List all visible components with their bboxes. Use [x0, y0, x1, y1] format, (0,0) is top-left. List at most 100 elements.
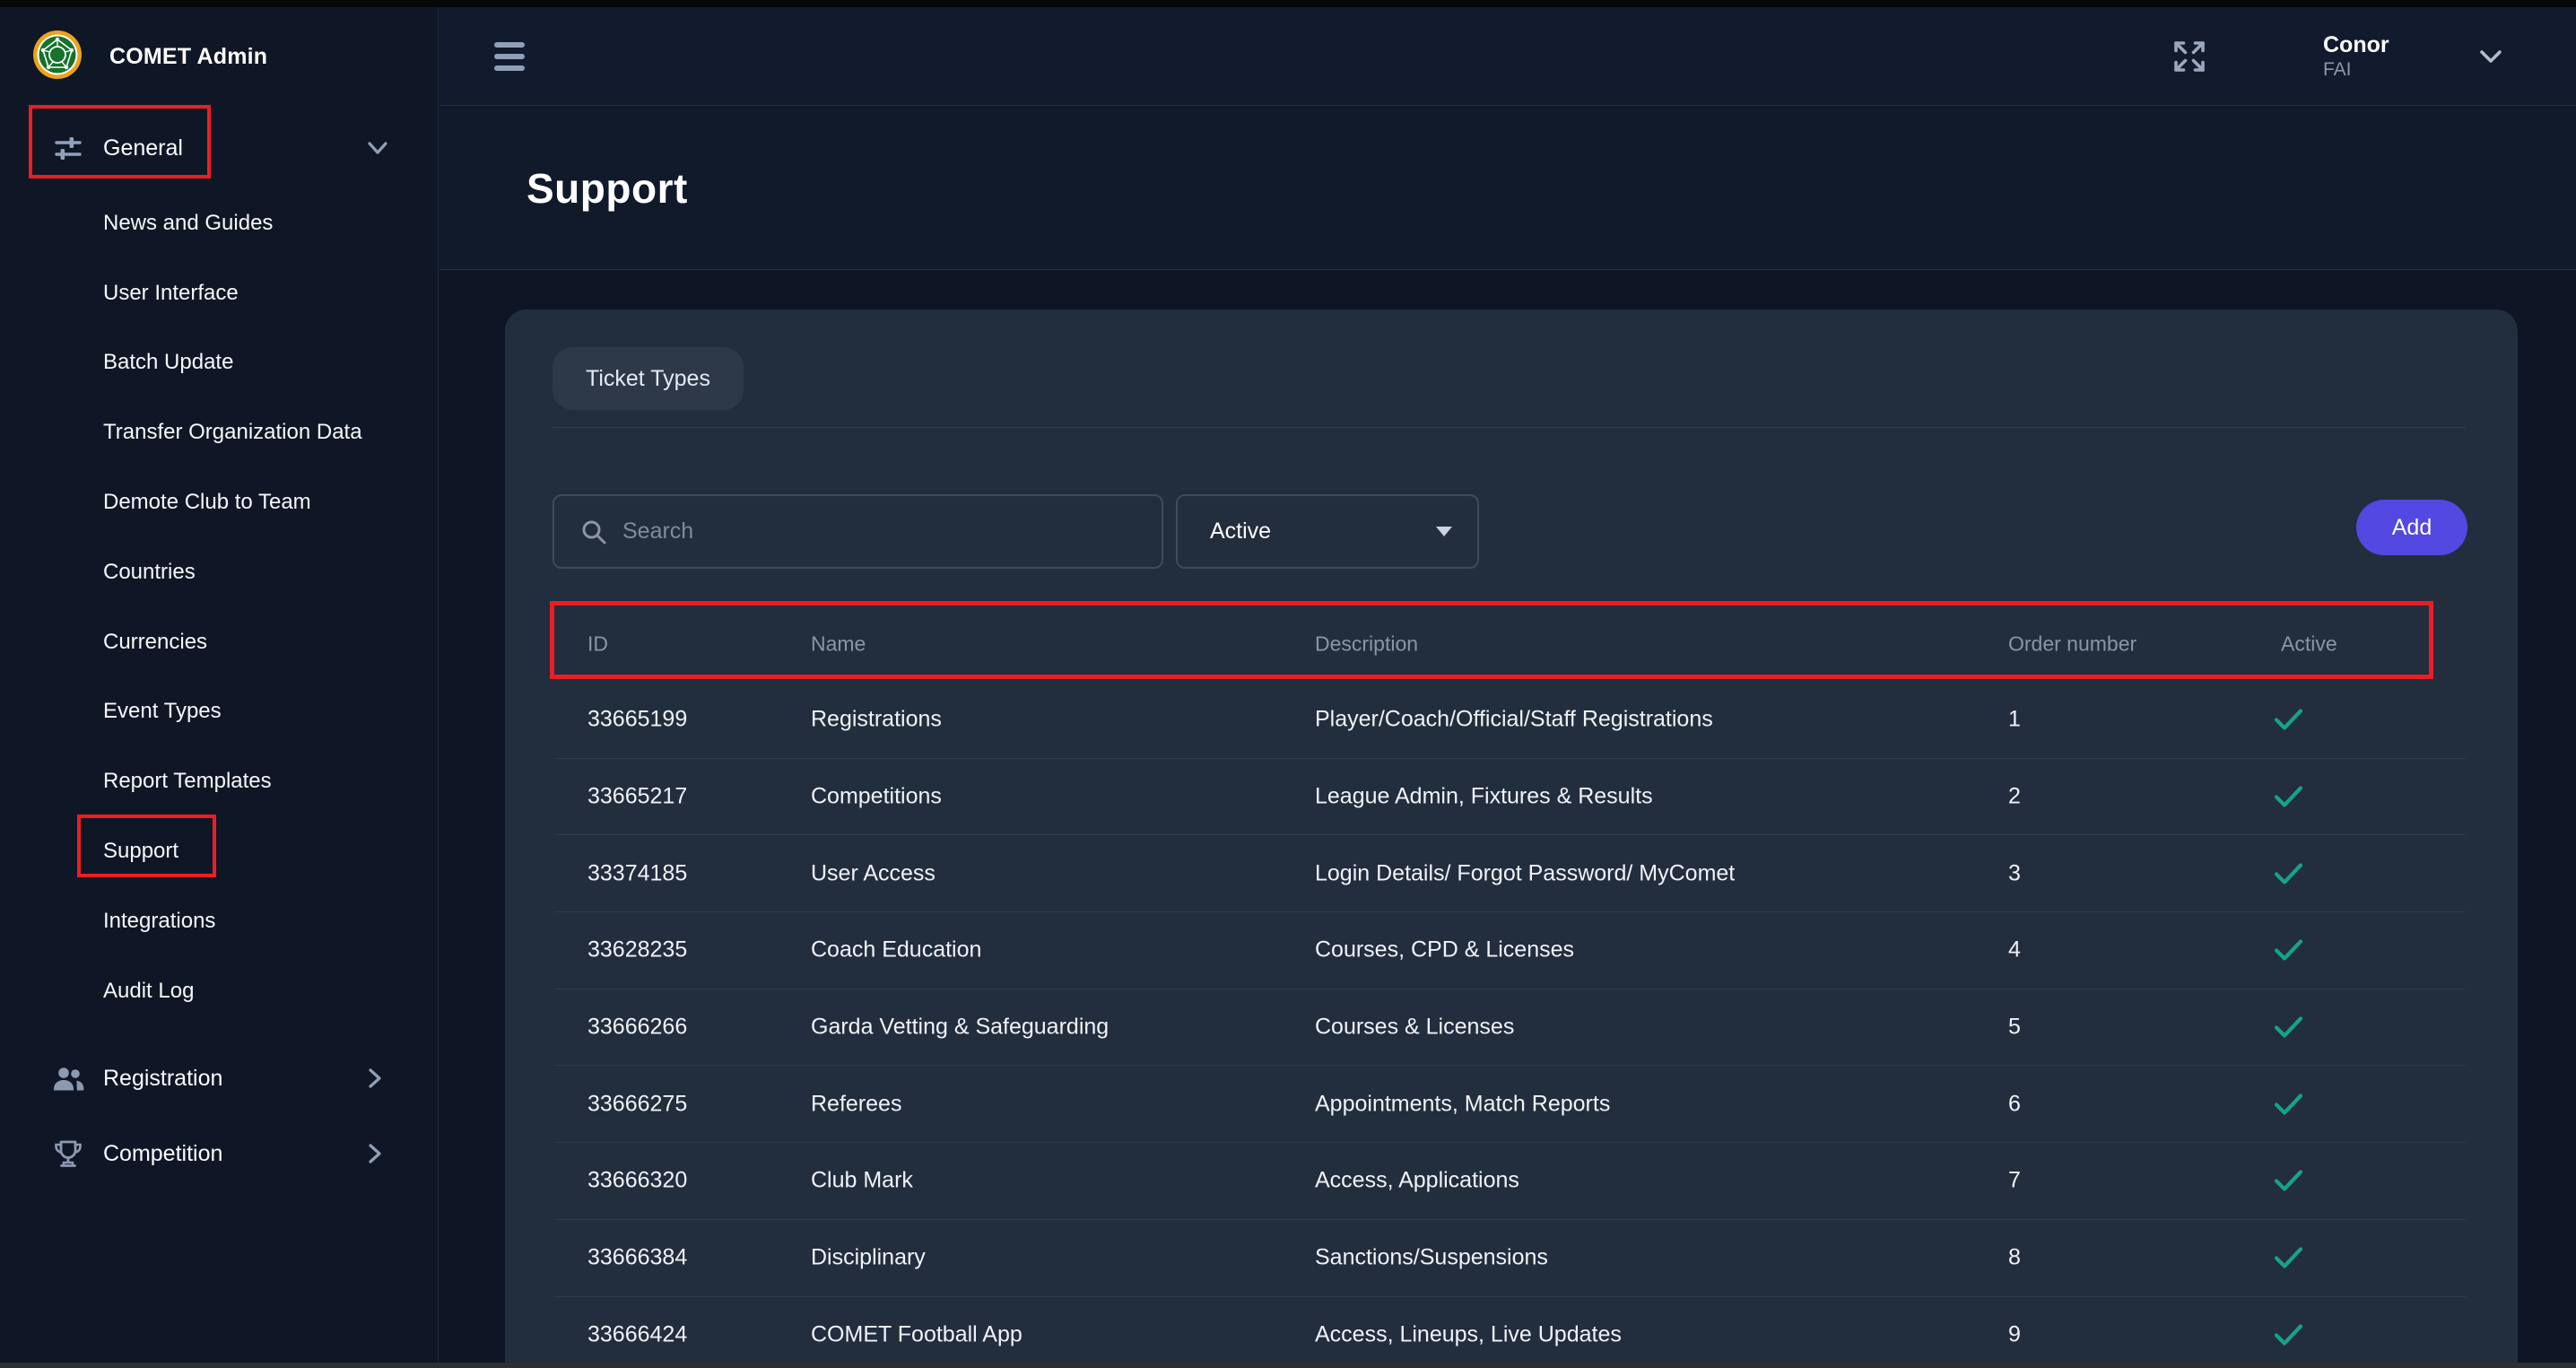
- cell-description: Login Details/ Forgot Password/ MyComet: [1315, 860, 1735, 886]
- column-header-name[interactable]: Name: [811, 632, 866, 657]
- chevron-down-icon: [2477, 47, 2504, 66]
- chevron-down-icon: [366, 139, 389, 157]
- sidebar-section-general[interactable]: General: [0, 112, 439, 184]
- cell-id: 33666320: [587, 1168, 687, 1194]
- search-icon: [579, 518, 608, 546]
- cell-id: 33666266: [587, 1015, 687, 1041]
- active-check-icon: [2274, 938, 2303, 963]
- cell-order-number: 1: [2008, 707, 2021, 733]
- tab-divider: [553, 427, 2466, 428]
- cell-name: Garda Vetting & Safeguarding: [811, 1015, 1109, 1041]
- fai-logo-icon: [32, 30, 83, 80]
- cell-id: 33628235: [587, 937, 687, 963]
- table-row[interactable]: 33666384 Disciplinary Sanctions/Suspensi…: [554, 1220, 2466, 1297]
- cell-name: Competitions: [811, 784, 942, 810]
- active-check-icon: [2274, 1246, 2303, 1270]
- column-header-active[interactable]: Active: [2281, 632, 2337, 657]
- tab-ticket-types[interactable]: Ticket Types: [553, 347, 744, 410]
- cell-description: Appointments, Match Reports: [1315, 1091, 1610, 1117]
- cell-name: Registrations: [811, 707, 942, 733]
- sidebar-section-label: Competition: [103, 1141, 222, 1167]
- table-row[interactable]: 33666266 Garda Vetting & Safeguarding Co…: [554, 989, 2466, 1067]
- sidebar-item[interactable]: Demote Club to Team: [0, 467, 439, 537]
- cell-description: League Admin, Fixtures & Results: [1315, 784, 1653, 810]
- table-row[interactable]: 33666275 Referees Appointments, Match Re…: [554, 1066, 2466, 1143]
- cell-description: Access, Applications: [1315, 1168, 1519, 1194]
- user-menu[interactable]: Conor FAI: [2323, 31, 2389, 82]
- cell-order-number: 9: [2008, 1321, 2021, 1347]
- cell-id: 33666424: [587, 1321, 687, 1347]
- user-organization: FAI: [2323, 58, 2389, 82]
- topbar: Conor FAI: [439, 7, 2576, 106]
- sidebar-item[interactable]: Batch Update: [0, 328, 439, 398]
- table-row[interactable]: 33665217 Competitions League Admin, Fixt…: [554, 759, 2466, 836]
- active-check-icon: [2274, 785, 2303, 809]
- cell-name: Disciplinary: [811, 1245, 926, 1271]
- user-menu-chevron[interactable]: [2477, 47, 2504, 66]
- active-check-icon: [2274, 1092, 2303, 1116]
- cell-order-number: 8: [2008, 1245, 2021, 1271]
- active-check-icon: [2274, 1169, 2303, 1193]
- sidebar-section-registration[interactable]: Registration: [0, 1042, 439, 1114]
- cell-order-number: 4: [2008, 937, 2021, 963]
- add-button[interactable]: Add: [2356, 500, 2467, 555]
- active-check-icon: [2274, 1322, 2303, 1346]
- cell-description: Sanctions/Suspensions: [1315, 1245, 1548, 1271]
- sidebar-item[interactable]: Event Types: [0, 677, 439, 747]
- caret-down-icon: [1436, 527, 1452, 537]
- search-input[interactable]: [622, 518, 1147, 545]
- window-top-edge: [0, 0, 2576, 7]
- cell-name: Coach Education: [811, 937, 981, 963]
- sidebar-item[interactable]: Support: [0, 816, 439, 886]
- status-filter-value: Active: [1210, 518, 1271, 545]
- active-check-icon: [2274, 1015, 2303, 1040]
- cell-id: 33665217: [587, 784, 687, 810]
- sidebar-general-items: News and Guides User Interface Batch Upd…: [0, 188, 439, 1026]
- comet-admin-app: { "app": { "title": "COMET Admin" }, "to…: [0, 0, 2576, 1368]
- page-title: Support: [527, 164, 688, 213]
- cell-order-number: 5: [2008, 1015, 2021, 1041]
- sidebar-item[interactable]: News and Guides: [0, 188, 439, 258]
- cell-description: Access, Lineups, Live Updates: [1315, 1321, 1622, 1347]
- menu-toggle-button[interactable]: [494, 36, 525, 77]
- sidebar-item[interactable]: Audit Log: [0, 956, 439, 1026]
- page-header: Support: [439, 107, 2576, 270]
- tune-icon: [52, 132, 84, 164]
- sidebar-item[interactable]: Transfer Organization Data: [0, 397, 439, 467]
- sidebar-item[interactable]: Currencies: [0, 607, 439, 677]
- sidebar-item[interactable]: User Interface: [0, 258, 439, 328]
- chevron-right-icon: [366, 1142, 384, 1165]
- cell-name: COMET Football App: [811, 1321, 1023, 1347]
- table-row[interactable]: 33666320 Club Mark Access, Applications …: [554, 1143, 2466, 1220]
- window-bottom-edge: [0, 1363, 2576, 1368]
- cell-order-number: 3: [2008, 860, 2021, 886]
- sidebar-item[interactable]: Countries: [0, 537, 439, 607]
- cell-description: Courses & Licenses: [1315, 1015, 1514, 1041]
- sidebar-section-competition[interactable]: Competition: [0, 1118, 439, 1189]
- users-icon: [52, 1064, 85, 1093]
- column-header-order-number[interactable]: Order number: [2008, 632, 2137, 657]
- table-row[interactable]: 33374185 User Access Login Details/ Forg…: [554, 835, 2466, 912]
- search-field: [553, 494, 1163, 569]
- column-header-description[interactable]: Description: [1315, 632, 1418, 657]
- cell-name: Club Mark: [811, 1168, 913, 1194]
- column-header-id[interactable]: ID: [587, 632, 608, 657]
- app-title: COMET Admin: [109, 7, 267, 106]
- table-row[interactable]: 33628235 Coach Education Courses, CPD & …: [554, 912, 2466, 989]
- active-check-icon: [2274, 861, 2303, 885]
- status-filter-select[interactable]: Active: [1176, 494, 1479, 569]
- cell-name: User Access: [811, 860, 936, 886]
- cell-description: Courses, CPD & Licenses: [1315, 937, 1574, 963]
- sidebar-item[interactable]: Integrations: [0, 886, 439, 956]
- table-body: 33665199 Registrations Player/Coach/Offi…: [554, 682, 2466, 1363]
- sidebar-section-label: General: [103, 135, 183, 161]
- ticket-types-card: Ticket Types Active Add ID Name Descript…: [505, 309, 2518, 1363]
- cell-id: 33374185: [587, 860, 687, 886]
- cell-id: 33666275: [587, 1091, 687, 1117]
- fullscreen-icon: [2169, 36, 2210, 77]
- table-row[interactable]: 33666424 COMET Football App Access, Line…: [554, 1297, 2466, 1364]
- active-check-icon: [2274, 708, 2303, 732]
- sidebar-item[interactable]: Report Templates: [0, 746, 439, 816]
- table-row[interactable]: 33665199 Registrations Player/Coach/Offi…: [554, 682, 2466, 759]
- fullscreen-button[interactable]: [2169, 36, 2210, 77]
